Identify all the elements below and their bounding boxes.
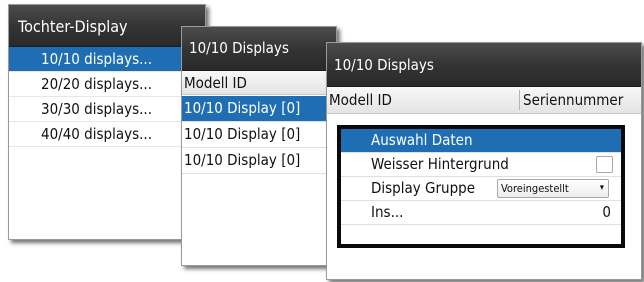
window-title: Tochter-Display	[9, 5, 205, 47]
window-title: 10/10 Displays	[327, 43, 641, 87]
column-header-seriennummer[interactable]: Seriennummer	[523, 87, 623, 113]
list-item-20-20-displays[interactable]: 20/20 displays...	[9, 72, 205, 97]
menu-item-display-gruppe[interactable]: Display Gruppe Voreingestellt ▾	[341, 177, 621, 201]
menu-item-ins[interactable]: Ins... 0	[341, 201, 621, 225]
list-item-display[interactable]: 10/10 Display [0]	[182, 148, 336, 174]
weisser-hintergrund-checkbox[interactable]	[596, 156, 613, 173]
column-divider	[519, 90, 520, 110]
column-header-modell-id[interactable]: Modell ID	[182, 71, 336, 95]
list-item-display[interactable]: 10/10 Display [0]	[182, 122, 336, 148]
list-item-display[interactable]: 10/10 Display [0]	[182, 96, 336, 122]
list-item-40-40-displays[interactable]: 40/40 displays...	[9, 122, 205, 147]
menu-item-label: Display Gruppe	[371, 179, 476, 197]
menu-item-label: Weisser Hintergrund	[371, 155, 509, 173]
display-list: 10/10 Display [0] 10/10 Display [0] 10/1…	[182, 96, 336, 174]
displays-detail-window: 10/10 Displays Modell ID Seriennummer Au…	[326, 42, 642, 280]
menu-item-auswahl-daten[interactable]: Auswahl Daten	[341, 129, 621, 153]
list-item-10-10-displays[interactable]: 10/10 displays...	[9, 47, 205, 72]
menu-item-label: Ins...	[371, 203, 404, 221]
chevron-down-icon: ▾	[599, 183, 604, 193]
list-item-30-30-displays[interactable]: 30/30 displays...	[9, 97, 205, 122]
tochter-display-window: Tochter-Display 10/10 displays... 20/20 …	[8, 4, 206, 240]
ins-value: 0	[602, 203, 611, 221]
context-menu: Auswahl Daten Weisser Hintergrund Displa…	[337, 125, 625, 248]
window-title: 10/10 Displays	[182, 27, 336, 71]
display-group-list: 10/10 displays... 20/20 displays... 30/3…	[9, 47, 205, 147]
menu-item-label: Auswahl Daten	[371, 131, 473, 149]
select-value: Voreingestellt	[501, 182, 569, 195]
displays-list-window: 10/10 Displays Modell ID 10/10 Display […	[181, 26, 337, 266]
table-header: Modell ID Seriennummer	[327, 87, 641, 114]
display-gruppe-select[interactable]: Voreingestellt ▾	[497, 179, 609, 198]
column-header-modell-id[interactable]: Modell ID	[329, 87, 392, 113]
menu-item-weisser-hintergrund[interactable]: Weisser Hintergrund	[341, 153, 621, 177]
